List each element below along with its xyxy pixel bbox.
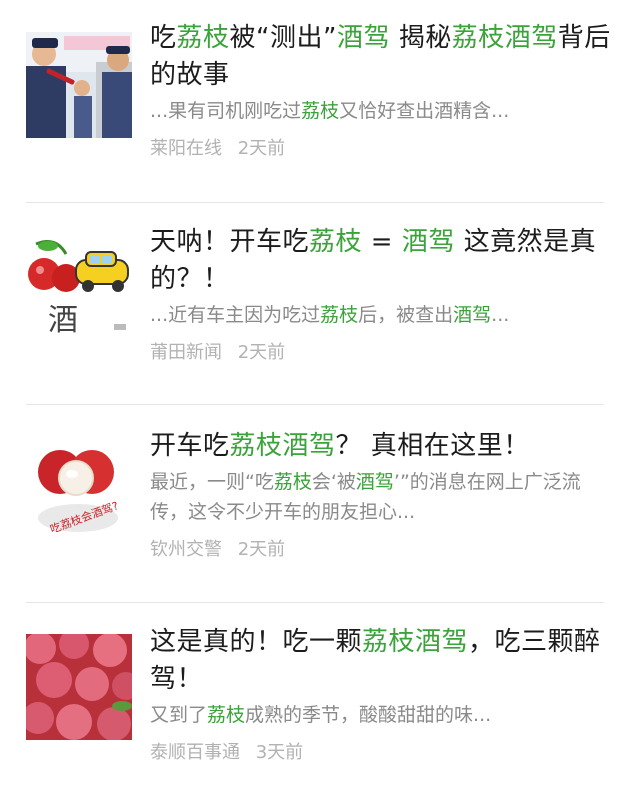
highlight-keyword: 荔枝 [320, 304, 359, 326]
article-text: 吃荔枝被“测出”酒驾 揭秘荔枝酒驾背后的故事 ...果有司机刚吃过荔枝又恰好查出… [150, 20, 616, 160]
article-title[interactable]: 天呐！开车吃荔枝 = 酒驾 这竟然是真的？！ [150, 224, 616, 298]
article-item[interactable]: 吃荔枝会酒驾? 开车吃荔枝酒驾？ 真相在这里！ 最近，一则“吃荔枝会‘被酒驾’”… [0, 404, 630, 600]
article-item[interactable]: 吃荔枝被“测出”酒驾 揭秘荔枝酒驾背后的故事 ...果有司机刚吃过荔枝又恰好查出… [0, 0, 630, 196]
lychee-car-cartoon-icon: 酒 [26, 234, 132, 340]
text-segment: 这是真的！吃一颗 [150, 627, 363, 657]
article-text: 这是真的！吃一颗荔枝酒驾，吃三颗醉驾！ 又到了荔枝成熟的季节，酸酸甜甜的味...… [150, 624, 616, 764]
lychee-fruit-thumbnail[interactable] [26, 634, 132, 740]
article-source: 钦州交警 [150, 539, 222, 560]
article-snippet: 最近，一则“吃荔枝会‘被酒驾’”的消息在网上广泛流传，这令不少开车的朋友担心..… [150, 467, 616, 527]
highlight-keyword: 酒驾 [355, 471, 394, 493]
text-segment: 被“测出” [229, 23, 337, 53]
highlight-keyword: 荔枝酒驾 [229, 431, 336, 461]
highlight-keyword: 荔枝 [207, 704, 246, 726]
svg-text:酒: 酒 [48, 303, 78, 338]
text-segment: 最近，一则“吃 [150, 471, 274, 493]
article-time: 2天前 [237, 138, 286, 159]
text-segment: = [362, 227, 402, 257]
article-time: 2天前 [237, 539, 286, 560]
text-segment: ...近有车主因为吃过 [150, 304, 321, 326]
text-segment: 成熟的季节，酸酸甜甜的味... [245, 704, 492, 726]
highlight-keyword: 荔枝 [176, 23, 230, 53]
article-time: 2天前 [237, 342, 286, 363]
article-title[interactable]: 这是真的！吃一颗荔枝酒驾，吃三颗醉驾！ [150, 624, 616, 698]
highlight-keyword: 荔枝 [309, 227, 363, 257]
text-segment: 开车吃 [150, 431, 230, 461]
text-segment: ... [491, 304, 510, 326]
highlight-keyword: 酒驾 [401, 227, 455, 257]
divider [26, 202, 604, 203]
text-segment: 吃 [150, 23, 177, 53]
lychee-car-thumbnail[interactable]: 酒 [26, 234, 132, 340]
article-snippet: ...果有司机刚吃过荔枝又恰好查出酒精含... [150, 96, 616, 126]
lychee-fruit-photo-icon [26, 634, 132, 740]
text-segment: 天呐！开车吃 [150, 227, 310, 257]
peeled-lychee-thumbnail[interactable]: 吃荔枝会酒驾? [26, 432, 132, 538]
police-breathalyzer-thumbnail[interactable] [26, 32, 132, 138]
highlight-keyword: 荔枝 [301, 100, 340, 122]
text-segment: ？ 真相在这里！ [335, 431, 530, 461]
news-feed: 吃荔枝被“测出”酒驾 揭秘荔枝酒驾背后的故事 ...果有司机刚吃过荔枝又恰好查出… [0, 0, 630, 787]
highlight-keyword: 荔枝酒驾 [362, 627, 469, 657]
article-source: 莆田新闻 [150, 342, 222, 363]
article-source: 泰顺百事通 [150, 742, 240, 763]
peeled-lychee-icon: 吃荔枝会酒驾? [26, 432, 132, 538]
article-meta: 泰顺百事通 3天前 [150, 738, 616, 764]
highlight-keyword: 酒驾 [453, 304, 492, 326]
highlight-keyword: 酒驾 [336, 23, 390, 53]
text-segment: ...果有司机刚吃过 [150, 100, 302, 122]
text-segment: 会‘被 [311, 471, 356, 493]
article-meta: 钦州交警 2天前 [150, 535, 616, 561]
article-item[interactable]: 这是真的！吃一颗荔枝酒驾，吃三颗醉驾！ 又到了荔枝成熟的季节，酸酸甜甜的味...… [0, 602, 630, 798]
police-photo-icon [26, 32, 132, 138]
article-text: 天呐！开车吃荔枝 = 酒驾 这竟然是真的？！ ...近有车主因为吃过荔枝后，被查… [150, 224, 616, 364]
text-segment: 后，被查出 [358, 304, 454, 326]
highlight-keyword: 荔枝 [273, 471, 312, 493]
article-meta: 莱阳在线 2天前 [150, 134, 616, 160]
article-item[interactable]: 酒 天呐！开车吃荔枝 = 酒驾 这竟然是真的？！ ...近有车主因为吃过荔枝后，… [0, 202, 630, 398]
article-title[interactable]: 开车吃荔枝酒驾？ 真相在这里！ [150, 428, 616, 465]
article-time: 3天前 [255, 742, 304, 763]
article-title[interactable]: 吃荔枝被“测出”酒驾 揭秘荔枝酒驾背后的故事 [150, 20, 616, 94]
text-segment: 揭秘 [390, 23, 452, 53]
article-source: 莱阳在线 [150, 138, 222, 159]
divider [26, 602, 604, 603]
text-segment: 又到了 [150, 704, 208, 726]
article-meta: 莆田新闻 2天前 [150, 338, 616, 364]
article-text: 开车吃荔枝酒驾？ 真相在这里！ 最近，一则“吃荔枝会‘被酒驾’”的消息在网上广泛… [150, 428, 616, 561]
highlight-keyword: 荔枝酒驾 [451, 23, 558, 53]
article-snippet: 又到了荔枝成熟的季节，酸酸甜甜的味... [150, 700, 616, 730]
text-segment: 又恰好查出酒精含... [339, 100, 510, 122]
article-snippet: ...近有车主因为吃过荔枝后，被查出酒驾... [150, 300, 616, 330]
divider [26, 404, 604, 405]
